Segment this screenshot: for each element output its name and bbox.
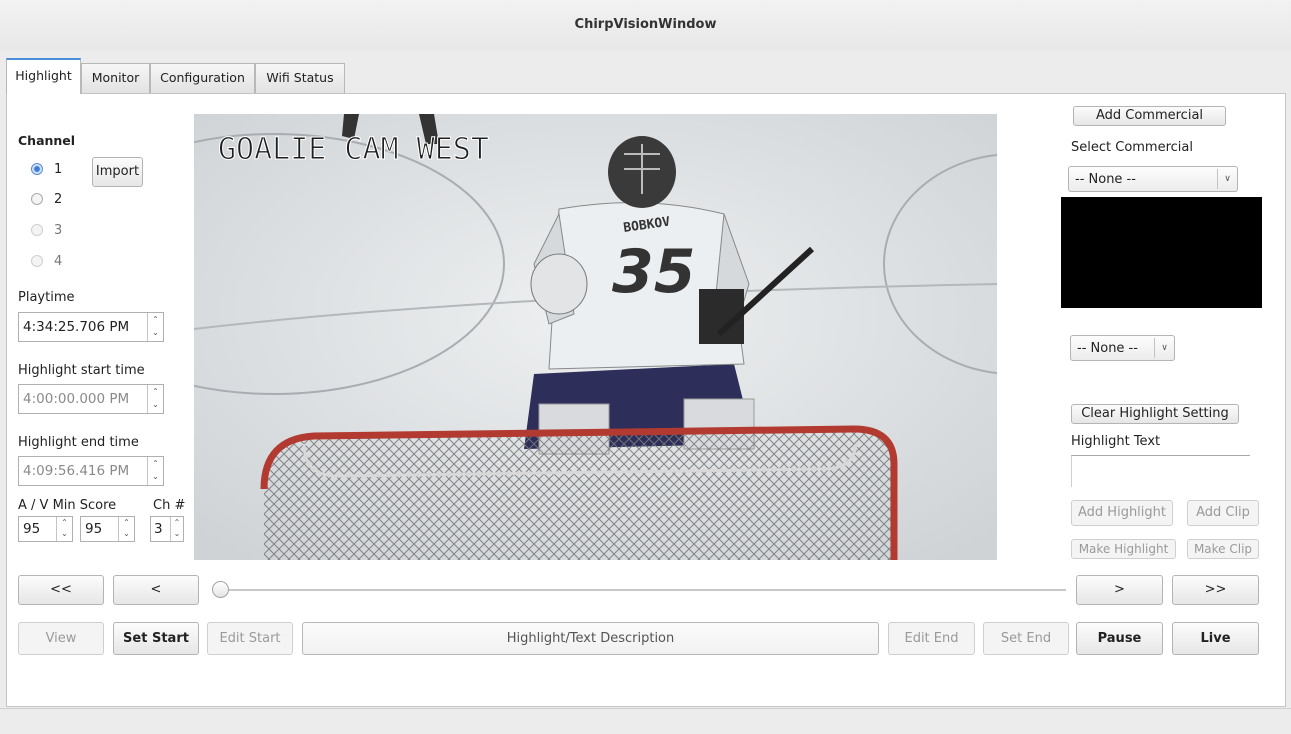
add-commercial-button[interactable]: Add Commercial (1073, 106, 1226, 126)
highlight-start-value: 4:00:00.000 PM (23, 391, 130, 407)
live-button[interactable]: Live (1172, 622, 1259, 655)
make-clip-button[interactable]: Make Clip (1187, 539, 1259, 559)
select-commercial-label: Select Commercial (1071, 140, 1193, 155)
spin-arrows-icon[interactable]: ⌃ ⌄ (118, 517, 134, 541)
view-button[interactable]: View (18, 622, 104, 655)
spin-arrows-icon[interactable]: ⌃ ⌄ (147, 385, 163, 413)
audio-score-spinbox[interactable]: 95 ⌃ ⌄ (18, 516, 73, 542)
set-start-button[interactable]: Set Start (113, 622, 199, 655)
timeline-slider-handle[interactable] (212, 581, 229, 598)
commercial-select-value: -- None -- (1075, 172, 1136, 187)
video-frame: BOBKOV 35 GOALIE CAM WEST (194, 114, 997, 560)
spin-arrows-icon[interactable]: ⌃ ⌄ (147, 313, 163, 341)
channel-2-label: 2 (54, 192, 63, 207)
min-score-label: A / V Min Score (18, 498, 117, 513)
timeline-slider-track[interactable] (224, 589, 1066, 591)
add-clip-button[interactable]: Add Clip (1187, 500, 1259, 526)
forward-fast-button[interactable]: >> (1172, 575, 1259, 605)
rewind-fast-button[interactable]: << (18, 575, 104, 605)
spin-arrows-icon[interactable]: ⌃ ⌄ (147, 457, 163, 485)
commercial-select[interactable]: -- None -- ∨ (1068, 166, 1238, 192)
channel-4-radio[interactable] (31, 255, 43, 267)
channel-4-label: 4 (54, 254, 63, 269)
highlight-text-label: Highlight Text (1071, 434, 1161, 449)
channel-3-radio[interactable] (31, 224, 43, 236)
tab-highlight[interactable]: Highlight (6, 58, 81, 94)
window-title: ChirpVisionWindow (574, 17, 717, 32)
channel-number-label: Ch # (153, 498, 186, 513)
edit-end-button[interactable]: Edit End (888, 622, 975, 655)
highlight-text-input[interactable] (1071, 455, 1250, 487)
tab-monitor[interactable]: Monitor (81, 63, 150, 93)
clear-highlight-setting-button[interactable]: Clear Highlight Setting (1071, 404, 1239, 424)
secondary-select[interactable]: -- None -- ∨ (1070, 335, 1175, 361)
highlight-description-input[interactable]: Highlight/Text Description (302, 622, 879, 655)
video-score-value: 95 (85, 521, 103, 537)
highlight-end-value: 4:09:56.416 PM (23, 463, 130, 479)
chevron-down-icon: ∨ (1154, 338, 1174, 358)
playtime-spinbox[interactable]: 4:34:25.706 PM ⌃ ⌄ (18, 312, 164, 342)
channel-number-spinbox[interactable]: 3 ⌃ ⌄ (150, 516, 184, 542)
channel-1-radio[interactable] (31, 163, 43, 175)
pause-button[interactable]: Pause (1076, 622, 1163, 655)
tab-configuration[interactable]: Configuration (150, 63, 255, 93)
spin-arrows-icon[interactable]: ⌃ ⌄ (56, 517, 72, 541)
channel-3-label: 3 (54, 223, 63, 238)
camera-overlay-text: GOALIE CAM WEST (218, 132, 489, 167)
secondary-select-value: -- None -- (1077, 341, 1138, 356)
audio-score-value: 95 (23, 521, 41, 537)
forward-button[interactable]: > (1076, 575, 1163, 605)
channel-label: Channel (18, 133, 76, 148)
video-score-spinbox[interactable]: 95 ⌃ ⌄ (80, 516, 135, 542)
highlight-start-spinbox[interactable]: 4:00:00.000 PM ⌃ ⌄ (18, 384, 164, 414)
edit-start-button[interactable]: Edit Start (207, 622, 293, 655)
spin-arrows-icon[interactable]: ⌃ ⌄ (170, 517, 183, 541)
channel-1-label: 1 (54, 162, 63, 177)
commercial-preview (1061, 197, 1262, 308)
highlight-start-label: Highlight start time (18, 363, 145, 378)
highlight-end-spinbox[interactable]: 4:09:56.416 PM ⌃ ⌄ (18, 456, 164, 486)
make-highlight-button[interactable]: Make Highlight (1071, 539, 1176, 559)
chevron-down-icon: ∨ (1217, 169, 1237, 189)
playtime-label: Playtime (18, 290, 75, 305)
highlight-end-label: Highlight end time (18, 435, 139, 450)
set-end-button[interactable]: Set End (983, 622, 1069, 655)
jersey-number: 35 (612, 237, 696, 307)
video-player[interactable]: BOBKOV 35 GOALIE CAM WEST (194, 114, 997, 560)
status-bar (0, 708, 1291, 734)
import-button[interactable]: Import (92, 157, 143, 187)
add-highlight-button[interactable]: Add Highlight (1071, 500, 1173, 526)
tab-wifi-status[interactable]: Wifi Status (255, 63, 345, 93)
channel-2-radio[interactable] (31, 193, 43, 205)
channel-number-value: 3 (154, 521, 163, 537)
rewind-button[interactable]: < (113, 575, 199, 605)
playtime-value: 4:34:25.706 PM (23, 319, 130, 335)
